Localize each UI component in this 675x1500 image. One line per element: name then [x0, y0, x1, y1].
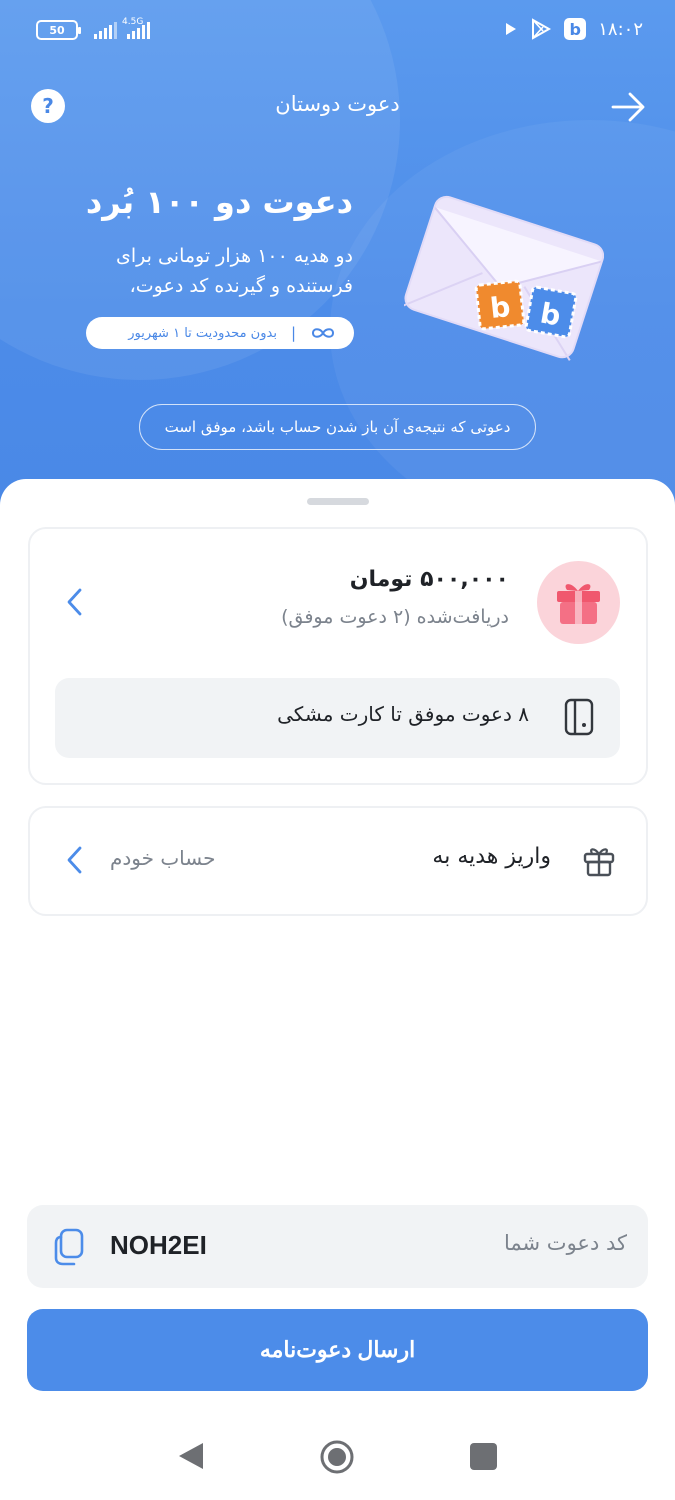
success-info-text: دعوتی که نتیجه‌ی آن باز شدن حساب باشد، م…: [164, 418, 511, 436]
promo-duration-text: بدون محدودیت تا ۱ شهریور: [128, 325, 277, 341]
reward-received-label: دریافت‌شده (۲ دعوت موفق): [281, 606, 509, 628]
play-icon: [506, 23, 517, 35]
card-icon: [564, 698, 594, 736]
invite-code-label: کد دعوت شما: [503, 1231, 627, 1255]
network-type: 4.5G: [122, 17, 144, 27]
chevron-left-icon[interactable]: [62, 586, 88, 618]
back-arrow-icon[interactable]: [609, 88, 647, 126]
svg-text:b: b: [489, 290, 512, 325]
stamp-blue-icon: b: [524, 285, 578, 339]
promo-duration-pill: بدون محدودیت تا ۱ شهریور |: [86, 317, 354, 349]
deposit-label: واریز هدیه به: [432, 844, 551, 869]
infinity-icon: [311, 328, 335, 338]
black-card-progress-text: ۸ دعوت موفق تا کارت مشکی: [277, 702, 529, 726]
battery-level: 50: [49, 23, 65, 37]
envelope-illustration: b b: [404, 195, 604, 361]
invite-code-value[interactable]: NOH2EI: [110, 1230, 207, 1261]
status-bar-left: 50 4.5G: [36, 17, 150, 40]
page-title: دعوت دوستان: [275, 92, 400, 116]
gift-outline-icon: [583, 848, 615, 877]
gift-icon: [557, 584, 600, 624]
nav-back-icon[interactable]: [176, 1440, 206, 1472]
signal-icon: [94, 21, 117, 39]
promo-title: دعوت دو ۱۰۰ بُرد: [85, 183, 353, 221]
success-info-pill: دعوتی که نتیجه‌ی آن باز شدن حساب باشد، م…: [139, 404, 536, 450]
promo-description-line2: فرستنده و گیرنده کد دعوت،: [129, 275, 353, 297]
sheet-handle[interactable]: [307, 498, 369, 505]
chevron-left-icon[interactable]: [62, 844, 88, 876]
nav-recents-icon[interactable]: [470, 1443, 497, 1470]
stamp-orange-icon: b: [474, 279, 526, 331]
status-bar-right: b ۱۸:۰۲: [504, 18, 643, 40]
reward-amount: ۵۰۰,۰۰۰ تومان: [349, 567, 509, 592]
promo-description-line1: دو هدیه ۱۰۰ هزار تومانی برای: [115, 245, 353, 267]
app-logo-icon: b: [564, 18, 587, 40]
play-store-icon: [532, 18, 552, 40]
deposit-value: حساب خودم: [110, 846, 216, 870]
gift-avatar: [537, 561, 620, 644]
nav-home-icon[interactable]: [319, 1439, 355, 1475]
copy-icon[interactable]: [52, 1227, 86, 1267]
send-invitation-button[interactable]: ارسال دعوت‌نامه: [27, 1309, 648, 1391]
pill-separator: |: [290, 324, 296, 342]
status-time: ۱۸:۰۲: [598, 18, 643, 40]
battery-icon: 50: [36, 20, 81, 40]
